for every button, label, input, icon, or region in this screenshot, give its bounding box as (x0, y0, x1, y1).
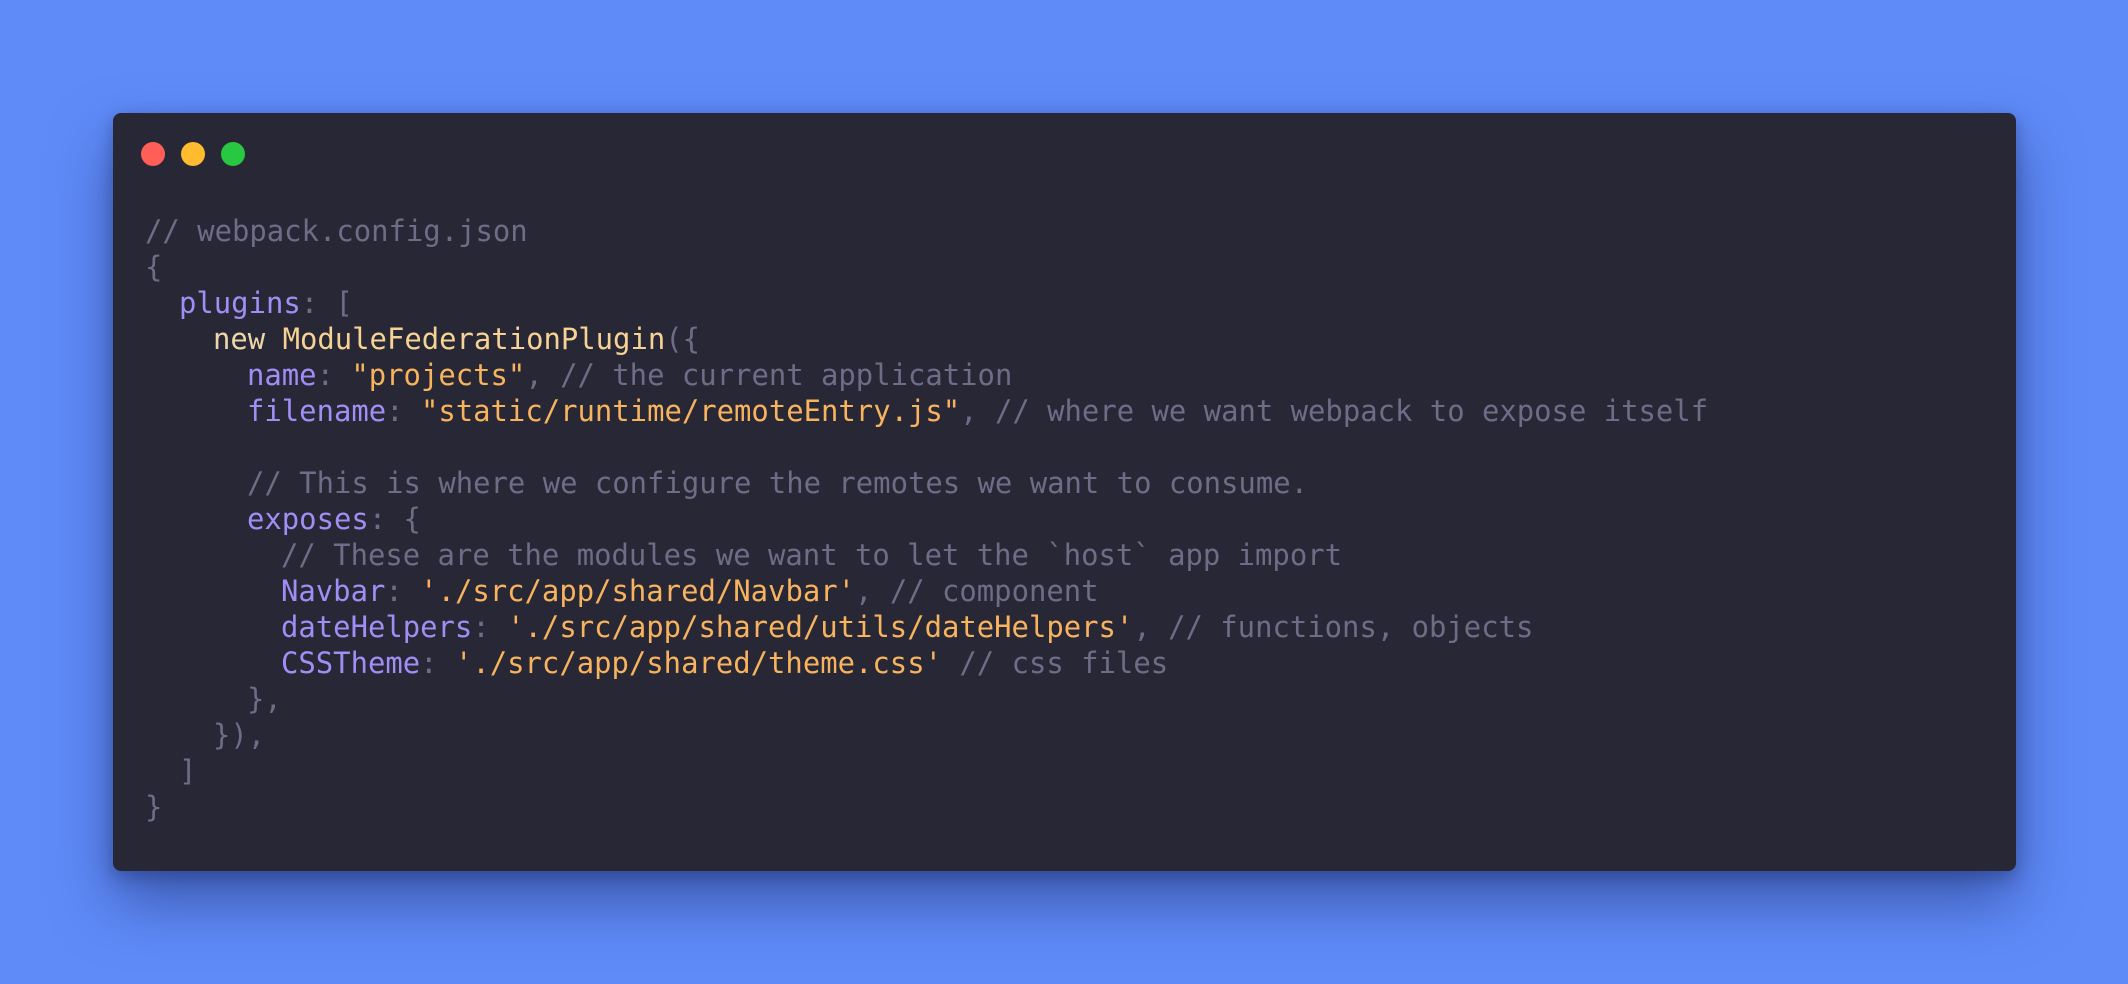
code-token-str: './src/app/shared/Navbar' (420, 574, 856, 608)
code-line: dateHelpers: './src/app/shared/utils/dat… (145, 609, 1708, 645)
code-token-punct: , (960, 394, 995, 428)
code-token-punct: }, (247, 682, 282, 716)
code-token-prop: filename (247, 394, 387, 428)
code-window: // webpack.config.json{plugins: [new Mod… (113, 113, 2016, 871)
code-token-comment: // the current application (560, 358, 1013, 392)
code-token-str: './src/app/shared/utils/dateHelpers' (507, 610, 1134, 644)
code-token-prop: Navbar (281, 574, 386, 608)
code-line: plugins: [ (145, 285, 1708, 321)
code-token-prop: CSSTheme (281, 646, 421, 680)
code-line: }, (145, 681, 1708, 717)
code-token-comment: // functions, objects (1168, 610, 1534, 644)
code-token-comment: // webpack.config.json (145, 214, 528, 248)
code-token-str: "projects" (351, 358, 526, 392)
code-token-prop: name (247, 358, 317, 392)
code-line: // This is where we configure the remote… (145, 465, 1708, 501)
code-token-str: "static/runtime/remoteEntry.js" (420, 394, 961, 428)
code-line: exposes: { (145, 501, 1708, 537)
code-line: filename: "static/runtime/remoteEntry.js… (145, 393, 1708, 429)
code-token-comment: // These are the modules we want to let … (281, 538, 1343, 572)
code-line: }), (145, 717, 1708, 753)
code-token-comment: // This is where we configure the remote… (247, 466, 1309, 500)
code-line: name: "projects", // the current applica… (145, 357, 1708, 393)
code-token-punct (942, 646, 959, 680)
code-line: } (145, 789, 1708, 825)
code-token-punct: : (472, 610, 508, 644)
code-token-punct: , (1133, 610, 1169, 644)
close-button[interactable] (141, 142, 165, 166)
code-token-punct: : { (368, 502, 421, 536)
code-line: new ModuleFederationPlugin({ (145, 321, 1708, 357)
code-token-punct: } (145, 790, 163, 824)
code-token-prop: dateHelpers (281, 610, 473, 644)
code-block: // webpack.config.json{plugins: [new Mod… (145, 213, 1708, 825)
code-token-punct: , (525, 358, 561, 392)
code-token-punct: : (386, 394, 421, 428)
code-token-punct: }), (213, 718, 266, 752)
code-line: { (145, 249, 1708, 285)
code-token-str: './src/app/shared/theme.css' (454, 646, 942, 680)
minimize-button[interactable] (181, 142, 205, 166)
code-token-kw: new (213, 322, 283, 356)
code-token-punct: ({ (665, 322, 701, 356)
code-line: Navbar: './src/app/shared/Navbar', // co… (145, 573, 1708, 609)
code-line: // webpack.config.json (145, 213, 1708, 249)
window-controls (141, 142, 261, 166)
code-token-comment: // where we want webpack to expose itsel… (994, 394, 1709, 428)
code-line: ] (145, 753, 1708, 789)
code-token-punct: : (385, 574, 421, 608)
code-token-prop: plugins (179, 286, 301, 320)
code-token-punct: { (145, 250, 163, 284)
code-token-comment: // component (889, 574, 1099, 608)
maximize-button[interactable] (221, 142, 245, 166)
code-line: CSSTheme: './src/app/shared/theme.css' /… (145, 645, 1708, 681)
code-token-comment: // css files (959, 646, 1169, 680)
code-token-punct: : (420, 646, 455, 680)
code-token-punct: : (316, 358, 352, 392)
code-token-cls: ModuleFederationPlugin (282, 322, 666, 356)
code-token-punct: , (855, 574, 890, 608)
code-token-punct: : [ (300, 286, 353, 320)
code-token-prop: exposes (247, 502, 369, 536)
code-line: // These are the modules we want to let … (145, 537, 1708, 573)
code-token-punct: ] (179, 754, 197, 788)
